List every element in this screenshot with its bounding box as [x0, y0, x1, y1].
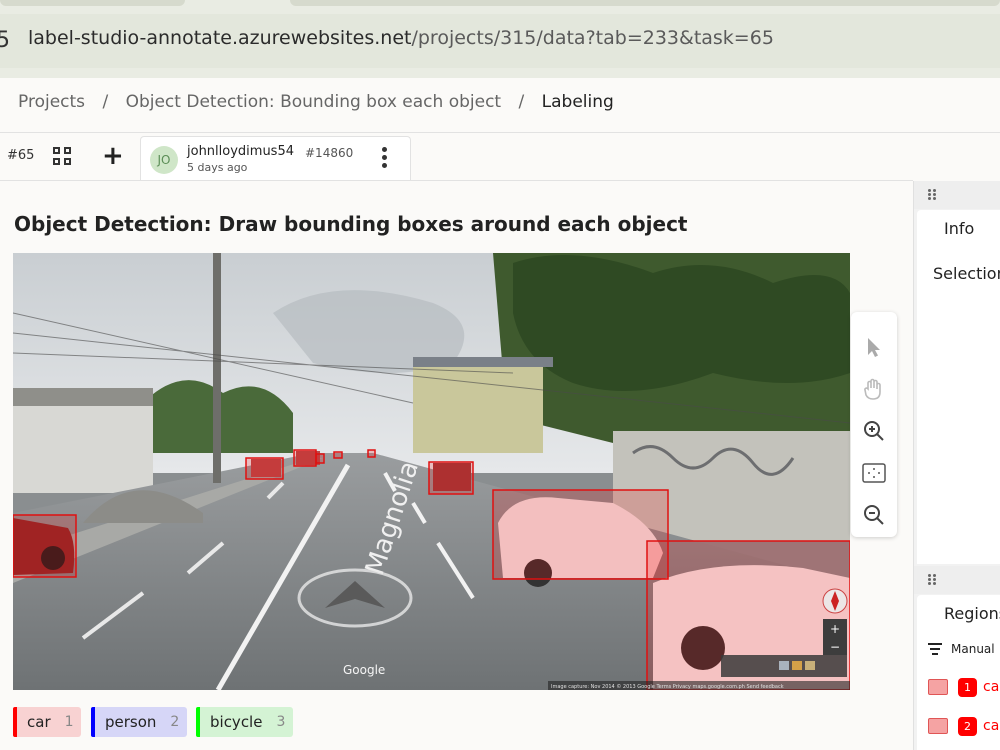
building-roof [413, 357, 553, 367]
label-color-bar [196, 707, 200, 737]
region-box[interactable] [333, 451, 343, 459]
region-item[interactable]: 2 ca [928, 715, 1000, 737]
label-name: person [105, 713, 157, 731]
label-car[interactable]: car 1 [13, 707, 81, 737]
sort-manual[interactable]: Manual [927, 642, 995, 656]
more-options-icon[interactable] [382, 147, 388, 171]
task-id: #65 [7, 148, 35, 163]
info-panel-body [917, 246, 1000, 564]
label-hotkey: 2 [170, 714, 180, 730]
task-title: Object Detection: Draw bounding boxes ar… [14, 212, 688, 236]
label-name: car [27, 713, 51, 731]
label-person[interactable]: person 2 [91, 707, 187, 737]
fit-icon[interactable] [859, 458, 889, 488]
street-scene: Magnolia + − Google Image capture: Nov 2… [13, 253, 850, 690]
google-watermark: Google [343, 663, 385, 677]
browser-chrome: 5 label-studio-annotate.azurewebsites.ne… [0, 0, 1000, 78]
annotation-time: 5 days ago [187, 161, 248, 174]
breadcrumb-project[interactable]: Object Detection: Bounding box each obje… [126, 92, 502, 112]
region-box[interactable] [315, 453, 325, 464]
region-box[interactable] [492, 489, 669, 580]
label-name: bicycle [210, 713, 263, 731]
thumb [779, 661, 789, 670]
annotator-name: johnlloydimus54 [187, 144, 294, 159]
region-box[interactable] [245, 457, 284, 480]
url-text[interactable]: label-studio-annotate.azurewebsites.net/… [28, 27, 774, 49]
label-hotkey: 3 [276, 714, 286, 730]
zoom-out-icon[interactable] [859, 500, 889, 530]
breadcrumb-separator: / [102, 92, 109, 112]
divider [0, 180, 913, 181]
region-box[interactable] [293, 449, 317, 467]
panel-drag-bar[interactable] [914, 566, 1000, 594]
breadcrumb-current: Labeling [541, 92, 614, 112]
region-label: ca [983, 679, 1000, 695]
region-index: 1 [958, 677, 977, 697]
sv-zoom-out: − [830, 640, 840, 654]
site-info-icon[interactable]: 5 [0, 28, 10, 53]
region-shape-icon [928, 718, 948, 734]
sort-label: Manual [951, 642, 995, 656]
divider [0, 132, 1000, 133]
label-bicycle[interactable]: bicycle 3 [196, 707, 293, 737]
region-label: ca [983, 718, 1000, 734]
thumb [792, 661, 802, 670]
annotation-id: #14860 [305, 146, 354, 160]
selection-details: Selection [933, 264, 1000, 283]
region-shape-icon [928, 679, 948, 695]
region-index: 2 [958, 716, 977, 736]
drag-handle-icon[interactable] [928, 189, 938, 201]
grid-icon[interactable] [53, 147, 72, 166]
side-panel: Info Selection Regions Manual 1 ca 2 ca [913, 181, 1000, 750]
sv-zoom-in: + [830, 622, 840, 636]
left-wall [13, 403, 153, 493]
breadcrumb-projects[interactable]: Projects [18, 92, 85, 112]
region-box[interactable] [13, 514, 77, 578]
label-color-bar [91, 707, 95, 737]
avatar: JO [150, 146, 178, 174]
browser-tab-edge[interactable] [0, 0, 185, 6]
utility-pole [213, 253, 221, 483]
address-bar[interactable]: 5 label-studio-annotate.azurewebsites.ne… [0, 14, 1000, 68]
region-box[interactable] [367, 449, 376, 458]
tab-regions[interactable]: Regions [917, 595, 1000, 631]
annotation-image[interactable]: Magnolia + − Google Image capture: Nov 2… [13, 253, 850, 690]
drag-handle-icon[interactable] [928, 574, 938, 586]
sort-icon [928, 643, 942, 655]
thumb [805, 661, 815, 670]
region-box[interactable] [428, 461, 474, 495]
tool-rail [851, 312, 897, 537]
hand-icon[interactable] [859, 374, 889, 404]
zoom-in-icon[interactable] [859, 416, 889, 446]
label-color-bar [13, 707, 17, 737]
breadcrumb: Projects / Object Detection: Bounding bo… [18, 92, 614, 112]
pointer-icon[interactable] [859, 332, 889, 362]
tab-info[interactable]: Info [917, 210, 1000, 246]
region-item[interactable]: 1 ca [928, 676, 1000, 698]
browser-tab-edge[interactable] [290, 0, 1000, 6]
building [413, 363, 543, 453]
annotation-tab[interactable]: JO johnlloydimus54 #14860 5 days ago [140, 136, 411, 181]
panel-drag-bar[interactable] [914, 181, 1000, 209]
left-wall-top [13, 388, 153, 406]
capture-footer: Image capture: Nov 2014 © 2013 Google Te… [551, 683, 784, 690]
label-hotkey: 1 [64, 714, 74, 730]
breadcrumb-separator: / [518, 92, 525, 112]
plus-icon[interactable]: + [102, 143, 124, 169]
